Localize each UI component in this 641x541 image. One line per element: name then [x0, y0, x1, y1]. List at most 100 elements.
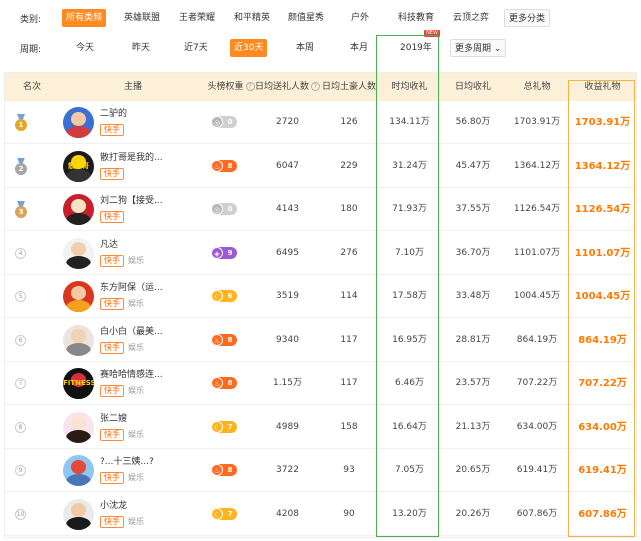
category-tag: 娱乐 — [128, 386, 144, 395]
streamer-name[interactable]: ?...十三姨...? — [100, 457, 154, 468]
weight-value: 8 — [227, 466, 233, 474]
table-header: 名次 主播 头榜权重? 日均送礼人数? 日均土豪人数 时均收礼 日均收礼 总礼物… — [5, 73, 636, 101]
daily-cell: 37.55万 — [455, 204, 491, 214]
table-row[interactable]: 3 刘二狗【接受... 快手 ◎ 0 4143 180 71.93万 37.55万 1126.54… — [5, 188, 636, 231]
question-icon[interactable]: ? — [245, 82, 255, 91]
period-30days[interactable]: 近30天 — [230, 39, 268, 57]
avatar[interactable] — [63, 237, 94, 269]
streamer-name[interactable]: 凡达 — [100, 240, 118, 251]
more-category-button[interactable]: 更多分类 — [504, 9, 551, 27]
income-cell: 1126.54万 — [574, 204, 631, 215]
streamer-name[interactable]: 散打哥是我的... — [100, 153, 163, 164]
category-tag: 娱乐 — [128, 429, 144, 439]
givers-cell: 2720 — [276, 117, 299, 127]
streamer-name[interactable]: 赛哈哈情感连... — [100, 370, 163, 381]
streamer-tags: 快手 — [100, 211, 124, 223]
streamer-name[interactable]: 张二嫂 — [100, 414, 127, 425]
table-row[interactable]: 8 张二嫂 快手 娱乐 ☾ 7 4989 158 16.64万 21.13万 634.00万 634.… — [5, 406, 636, 449]
total-cell: 707.22万 — [516, 378, 558, 388]
table-row[interactable]: 4 凡达 快手 娱乐 ◈ 9 6495 276 7.10万 36.70万 1101.07万 1101.… — [5, 232, 636, 275]
weight-value: 8 — [227, 379, 233, 387]
streamer-name[interactable]: 小沈龙 — [100, 501, 127, 512]
period-yesterday[interactable]: 昨天 — [128, 39, 154, 57]
table-row[interactable]: 5 东方阿保（运... 快手 娱乐 ☾ 6 3519 114 17.58万 33.48万 1004.… — [5, 275, 636, 318]
weight-badge: ☾ 7 — [211, 507, 237, 520]
streamer-name[interactable]: 东方阿保（运... — [100, 283, 163, 294]
hourly-cell: 134.11万 — [389, 117, 430, 127]
header-weight[interactable]: 头榜权重? — [207, 73, 255, 101]
fire-weight-icon: ♨ — [211, 333, 223, 346]
header-weight-label: 头榜权重 — [207, 82, 244, 92]
hourly-cell: 6.46万 — [394, 378, 425, 388]
hourly-cell: 7.10万 — [394, 247, 425, 258]
fire-weight-icon: ♨ — [211, 377, 223, 389]
category-tech-edu[interactable]: 科技教育 — [394, 9, 438, 27]
category-yanzhi[interactable]: 颜值星秀 — [284, 9, 328, 27]
question-icon[interactable]: ? — [311, 82, 321, 91]
hourly-cell: 16.95万 — [392, 334, 427, 345]
table-row[interactable]: 7 FITNESS 赛哈哈情感连... 快手 娱乐 ♨ 8 1.15万 117 6.46万 23.5… — [5, 362, 636, 405]
header-rank: 名次 — [22, 82, 41, 92]
total-cell: 864.19万 — [516, 334, 558, 345]
weight-value: 0 — [227, 118, 233, 126]
medal-icon: 1 — [15, 114, 27, 131]
streamer-tags: 快手 — [100, 124, 124, 136]
category-lol[interactable]: 英雄联盟 — [120, 9, 164, 27]
income-cell: 1703.91万 — [574, 117, 631, 128]
category-yunding[interactable]: 云顶之弈 — [449, 9, 493, 27]
avatar[interactable]: 散打哥 — [63, 150, 94, 182]
streamer-name[interactable]: 刘二狗【接受... — [100, 196, 163, 207]
weight-badge: ◎ 0 — [211, 116, 237, 128]
avatar[interactable] — [63, 281, 94, 312]
table-row[interactable]: 6 白小白（最美... 快手 娱乐 ♨ 8 9340 117 16.95万 28.81万 864.1… — [5, 319, 636, 362]
table-row[interactable]: 9 ?...十三姨...? 快手 娱乐 ♨ 8 3722 93 7.05万 20.65万 619.4… — [5, 449, 636, 492]
header-givers[interactable]: 日均送礼人数? — [255, 73, 321, 101]
rich-cell: 126 — [340, 117, 358, 127]
avatar[interactable] — [63, 498, 94, 530]
total-cell: 1703.91万 — [513, 117, 561, 127]
more-period-button[interactable]: 更多周期 ⌄ — [450, 39, 507, 57]
table-row[interactable]: 10 小沈龙 快手 娱乐 ☾ 7 4208 90 13.20万 20.26万 607.86万 607.… — [5, 493, 636, 536]
rich-cell: 180 — [340, 204, 358, 214]
avatar[interactable] — [63, 411, 94, 443]
streamer-name[interactable]: 白小白（最美... — [100, 327, 163, 338]
period-7days[interactable]: 近7天 — [180, 39, 212, 57]
period-this-week[interactable]: 本周 — [292, 39, 318, 57]
period-today[interactable]: 今天 — [72, 39, 98, 57]
avatar[interactable] — [63, 194, 94, 225]
daily-cell: 33.48万 — [455, 291, 491, 301]
moon-weight-icon: ☾ — [211, 420, 223, 433]
table-row[interactable]: 2 散打哥 散打哥是我的... 快手 ♨ 8 6047 229 31.24万 45.47万 1364… — [5, 145, 636, 188]
gray-weight-icon: ◎ — [211, 116, 223, 128]
category-wzry[interactable]: 王者荣耀 — [175, 9, 219, 27]
avatar[interactable] — [63, 455, 94, 486]
income-cell: 634.00万 — [578, 421, 627, 433]
platform-tag: 快手 — [100, 211, 124, 223]
streamer-tags: 快手 娱乐 — [100, 472, 144, 484]
new-badge: NEW — [424, 30, 440, 37]
rank-number: 8 — [15, 421, 26, 433]
platform-tag: 快手 — [100, 124, 124, 136]
rich-cell: 229 — [340, 160, 358, 171]
weight-value: 8 — [227, 161, 233, 170]
category-tag: 娱乐 — [128, 473, 144, 482]
streamer-tags: 快手 娱乐 — [100, 254, 144, 267]
rich-cell: 158 — [340, 421, 358, 432]
category-hpjy[interactable]: 和平精英 — [230, 9, 274, 27]
gray-weight-icon: ◎ — [211, 203, 223, 215]
streamer-name[interactable]: 二驴的 — [100, 109, 127, 120]
avatar[interactable]: FITNESS — [63, 368, 94, 399]
total-cell: 1364.12万 — [513, 160, 561, 171]
income-cell: 1101.07万 — [574, 247, 631, 259]
daily-cell: 28.81万 — [455, 334, 491, 345]
income-cell: 1004.45万 — [574, 291, 631, 302]
period-this-month[interactable]: 本月 — [346, 39, 372, 57]
avatar[interactable] — [63, 324, 94, 356]
period-2019[interactable]: 2019年 NEW — [396, 30, 440, 57]
platform-tag: 快手 — [100, 385, 124, 397]
hourly-cell: 31.24万 — [392, 160, 427, 171]
table-row[interactable]: 1 二驴的 快手 ◎ 0 2720 126 134.11万 56.80万 1703.91万 1703… — [5, 101, 636, 144]
category-all[interactable]: 所有类频 — [62, 9, 107, 27]
avatar[interactable] — [63, 107, 94, 138]
category-outdoor[interactable]: 户外 — [347, 9, 373, 27]
